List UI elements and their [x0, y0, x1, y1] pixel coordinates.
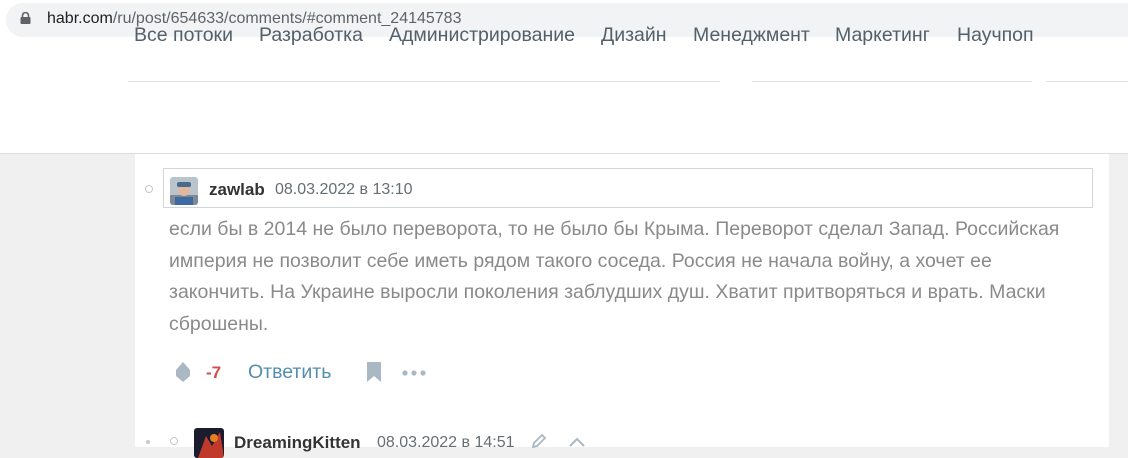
comment-body: если бы в 2014 не было переворота, то не…	[169, 218, 1060, 335]
comment-author[interactable]: DreamingKitten	[234, 433, 361, 453]
flow-design[interactable]: Дизайн	[601, 24, 667, 47]
vote-icon[interactable]	[176, 362, 190, 382]
user-avatar-icon	[170, 177, 198, 205]
flow-all[interactable]: Все потоки	[134, 24, 233, 47]
comment-datetime[interactable]: 08.03.2022 в 13:10	[275, 181, 413, 199]
comment-datetime[interactable]: 08.03.2022 в 14:51	[377, 434, 515, 452]
flow-popsci[interactable]: Научпоп	[957, 24, 1034, 47]
flow-management[interactable]: Менеджмент	[693, 24, 810, 47]
user-avatar-icon	[194, 428, 224, 458]
chevron-up-icon[interactable]	[568, 437, 586, 447]
avatar[interactable]	[170, 177, 198, 205]
avatar[interactable]	[194, 428, 224, 458]
comment-score: -7	[206, 363, 222, 382]
more-icon[interactable]	[402, 370, 426, 376]
flows-nav	[0, 82, 1128, 154]
thread-dot	[146, 440, 150, 444]
flow-development[interactable]: Разработка	[259, 24, 363, 47]
flow-marketing[interactable]: Маркетинг	[835, 24, 930, 47]
comment-author[interactable]: zawlab	[209, 180, 265, 200]
url-host: habr.com	[47, 10, 113, 27]
reply-button[interactable]: Ответить	[248, 361, 331, 384]
flow-administration[interactable]: Администрирование	[389, 24, 575, 47]
lock-icon	[20, 12, 31, 24]
thread-bullet	[170, 437, 178, 445]
thread-bullet	[145, 185, 153, 193]
bookmark-icon[interactable]	[366, 362, 382, 382]
